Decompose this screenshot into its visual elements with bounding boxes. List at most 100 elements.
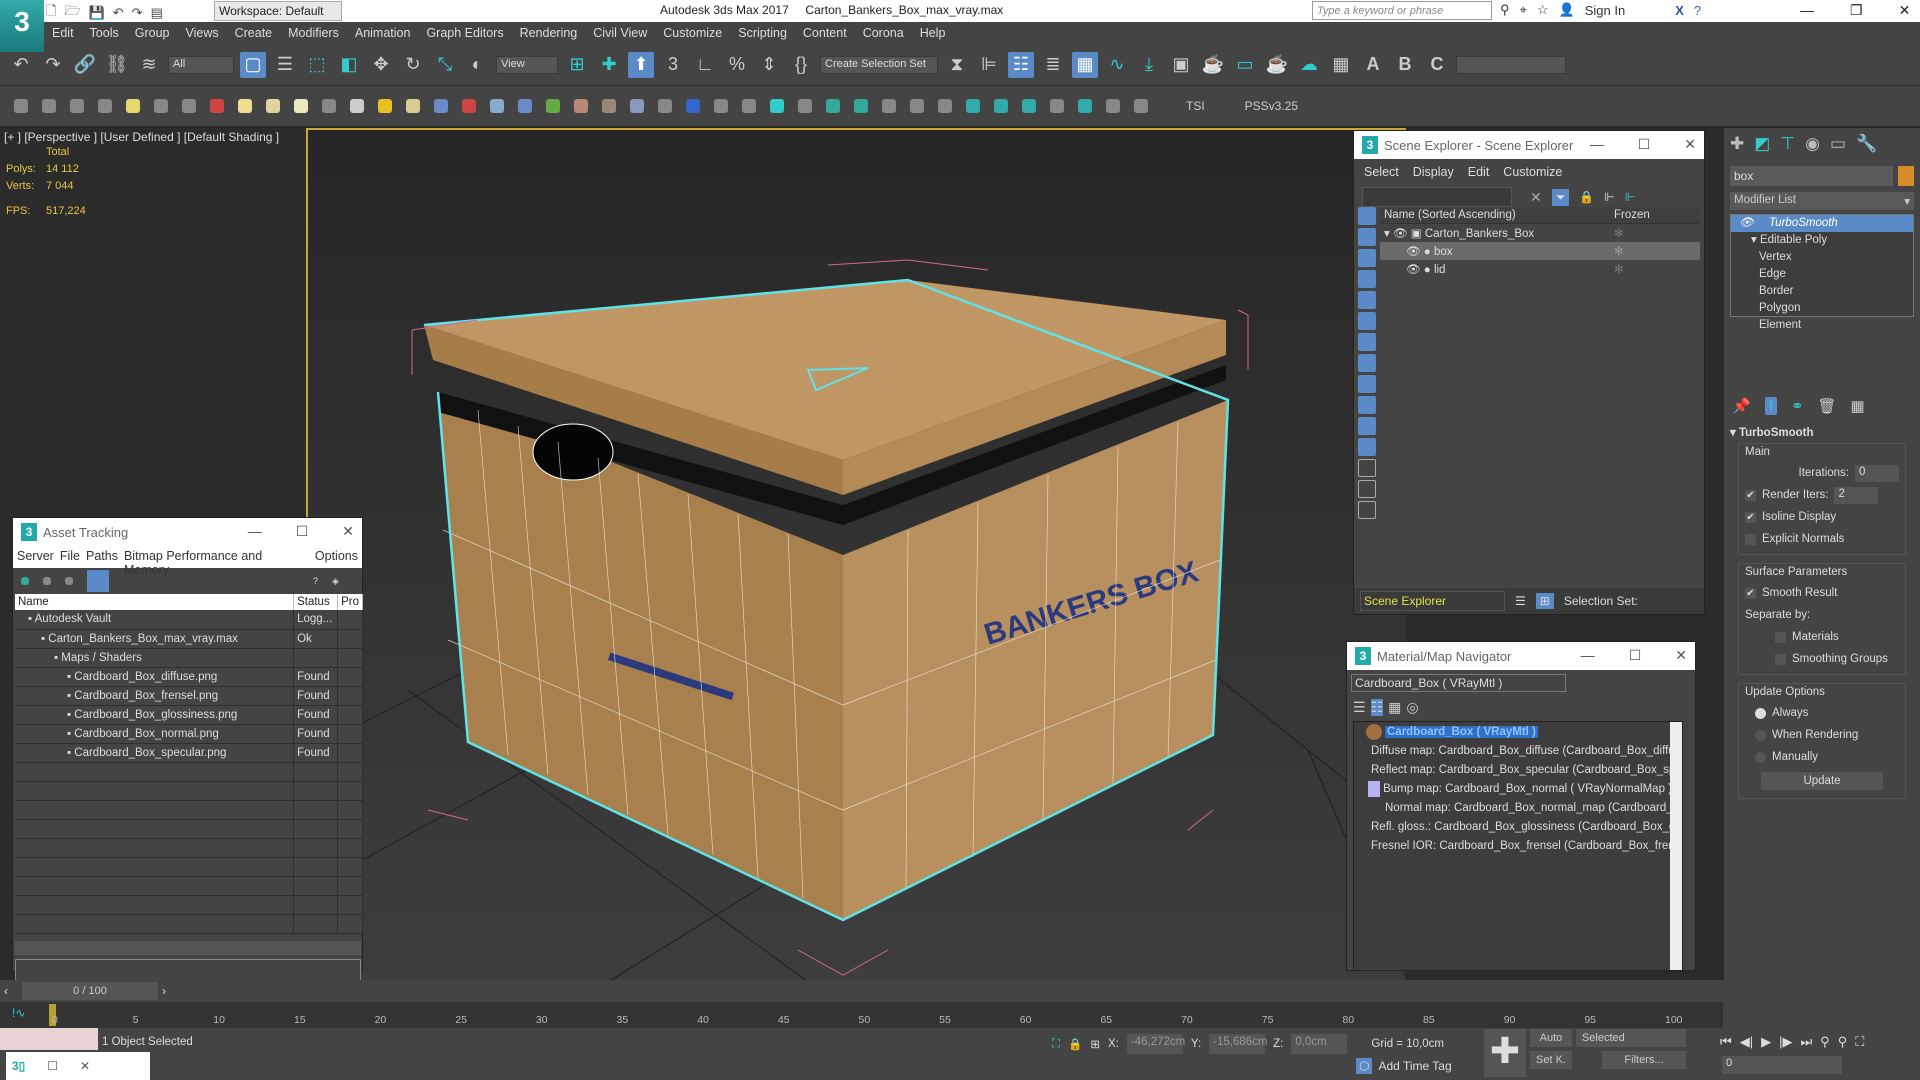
render-iters-spinner[interactable]: 2	[1834, 486, 1879, 504]
menu-bitmap-performance[interactable]: Bitmap Performance and Memory	[124, 549, 309, 577]
set-key-button[interactable]: Set K.	[1530, 1051, 1572, 1069]
render-setup-icon[interactable]: ☕	[1200, 52, 1226, 78]
dog-icon[interactable]	[574, 99, 588, 113]
unlink-icon[interactable]: ⛓	[104, 52, 130, 78]
column-frozen[interactable]: Frozen	[1610, 207, 1700, 224]
rollout-title[interactable]: ▾ TurboSmooth	[1730, 425, 1914, 439]
ambient-icon[interactable]	[406, 99, 420, 113]
vertical-scrollbar[interactable]	[1670, 722, 1682, 970]
plant-icon[interactable]	[546, 99, 560, 113]
fur-icon[interactable]	[434, 99, 448, 113]
display-tab-icon[interactable]: ▭	[1830, 134, 1846, 154]
a360-a-icon[interactable]: A	[1360, 52, 1386, 78]
spinner-snap-icon[interactable]: ⇕	[756, 52, 782, 78]
view-small-icons-icon[interactable]: ▦	[1388, 699, 1401, 716]
stack-item-edge[interactable]: Edge	[1731, 266, 1913, 283]
menu-display[interactable]: Display	[1413, 165, 1454, 179]
undo-button[interactable]: ↶	[8, 52, 34, 78]
menu-create[interactable]: Create	[227, 26, 281, 40]
modifier-list-dropdown[interactable]: Modifier List ▾	[1730, 192, 1914, 210]
isolate-icon[interactable]: ⛶	[1052, 1038, 1060, 1051]
tool-j-icon[interactable]	[1078, 99, 1092, 113]
stack-item-editable-poly[interactable]: ▾ Editable Poly	[1731, 232, 1913, 249]
menu-customize[interactable]: Customize	[655, 26, 730, 40]
light-icon[interactable]	[126, 99, 140, 113]
checkout-icon[interactable]	[43, 577, 51, 585]
motion-tab-icon[interactable]: ◉	[1805, 134, 1820, 154]
rendered-frame-icon[interactable]: ▭	[1232, 52, 1258, 78]
tool-g-icon[interactable]	[994, 99, 1008, 113]
light-lister-icon[interactable]	[770, 99, 784, 113]
restore-button[interactable]: ❐	[1850, 2, 1863, 19]
fur2-icon[interactable]	[490, 99, 504, 113]
material-map-item[interactable]: Fresnel IOR: Cardboard_Box_frensel (Card…	[1354, 836, 1672, 855]
manipulate-icon[interactable]: ✚	[596, 52, 622, 78]
tool-h-icon[interactable]	[1022, 99, 1036, 113]
add-time-tag-row[interactable]: ⬡ Add Time Tag	[1356, 1058, 1452, 1074]
project-icon[interactable]: ▤	[151, 5, 163, 21]
clear-icon[interactable]: ✕	[1530, 189, 1542, 206]
open-file-icon[interactable]: 🗁	[64, 2, 80, 24]
restore-button[interactable]: ☐	[47, 1059, 58, 1073]
menu-paths[interactable]: Paths	[86, 549, 118, 565]
track-bar[interactable]: !∿ 0 5 10 15 20 25 30 35 40 45 50 55 60 65 70 75 80 85 90 9…	[0, 1002, 1723, 1028]
align-icon[interactable]: ⊫	[976, 52, 1002, 78]
menu-civil-view[interactable]: Civil View	[585, 26, 655, 40]
sign-in-link[interactable]: Sign In	[1585, 3, 1625, 18]
workspace-dropdown[interactable]: Workspace: Default	[214, 1, 342, 21]
next-frame-icon[interactable]: ›	[162, 984, 166, 998]
place-icon[interactable]: ◐	[464, 52, 490, 78]
selection-filter-dropdown[interactable]: All	[168, 55, 234, 74]
curve-editor-mini-icon[interactable]: !∿	[12, 1006, 25, 1020]
minimize-button[interactable]: —	[1581, 647, 1595, 664]
help-icon[interactable]: ?	[1694, 3, 1701, 18]
tree-row[interactable]: 👁 ● lid ✻	[1380, 260, 1700, 278]
hidden-filter-icon[interactable]	[1358, 438, 1376, 456]
close-button[interactable]: ✕	[1675, 647, 1687, 664]
curve-editor-icon[interactable]: ∿	[1104, 52, 1130, 78]
lock-icon[interactable]: 🔒	[1579, 190, 1594, 204]
vfb-icon[interactable]	[686, 99, 700, 113]
undo-icon[interactable]: ↶	[113, 5, 124, 21]
help-round-icon[interactable]	[742, 99, 756, 113]
go-to-start-icon[interactable]: ⏮	[1720, 1034, 1732, 1050]
render-iters-checkbox[interactable]: ✔	[1745, 489, 1756, 501]
xrefs-filter-icon[interactable]	[1358, 354, 1376, 372]
containers-filter-icon[interactable]	[1358, 396, 1376, 414]
save-icon[interactable]: 💾	[89, 5, 105, 21]
menu-tools[interactable]: Tools	[82, 26, 127, 40]
column-status[interactable]: Status	[293, 594, 339, 610]
close-button[interactable]: ✕	[1899, 2, 1911, 19]
absolute-mode-icon[interactable]: ⊞	[1090, 1037, 1100, 1051]
pss-button[interactable]: PSSv3.25	[1245, 99, 1298, 113]
prev-frame-icon[interactable]: ‹	[4, 984, 8, 998]
go-to-end-icon[interactable]: ⏭	[1800, 1034, 1812, 1050]
tool-e-icon[interactable]	[938, 99, 952, 113]
menu-graph-editors[interactable]: Graph Editors	[418, 26, 511, 40]
current-frame-input[interactable]: 0	[1722, 1056, 1842, 1074]
filter-icon[interactable]: ⏷	[1551, 188, 1570, 206]
minimize-button[interactable]: —	[1800, 2, 1814, 19]
filters-button[interactable]: Filters...	[1601, 1051, 1686, 1069]
asset-row[interactable]: ▪ Cardboard_Box_normal.png Found	[15, 724, 363, 744]
view-large-icons-icon[interactable]: ◎	[1406, 699, 1418, 716]
radio-manually[interactable]	[1755, 751, 1766, 763]
selection-lock-icon[interactable]: 🔒	[1068, 1037, 1082, 1051]
scene-search-input[interactable]	[1362, 187, 1512, 207]
menu-select[interactable]: Select	[1364, 165, 1399, 179]
new-file-icon[interactable]: 🗋	[46, 2, 56, 24]
utilities-tab-icon[interactable]: 🔧	[1856, 134, 1877, 154]
frozen-filter-icon[interactable]	[1358, 417, 1376, 435]
smooth-result-checkbox[interactable]: ✔	[1745, 587, 1756, 599]
redo-icon[interactable]: ↷	[132, 5, 143, 21]
zoom-icon[interactable]: ⚲	[1820, 1034, 1830, 1050]
menu-modifiers[interactable]: Modifiers	[280, 26, 347, 40]
render-icon[interactable]: ☕	[1264, 52, 1290, 78]
favorites-icon[interactable]: ☆	[1537, 2, 1549, 18]
update-button[interactable]: Update	[1761, 772, 1883, 790]
search-input[interactable]: Type a keyword or phrase	[1312, 1, 1492, 20]
menu-edit[interactable]: Edit	[44, 26, 82, 40]
pivot-icon[interactable]: ⊞	[564, 52, 590, 78]
hierarchy-tab-icon[interactable]: ⊤	[1780, 134, 1795, 154]
auto-key-button[interactable]: Auto	[1530, 1029, 1572, 1047]
